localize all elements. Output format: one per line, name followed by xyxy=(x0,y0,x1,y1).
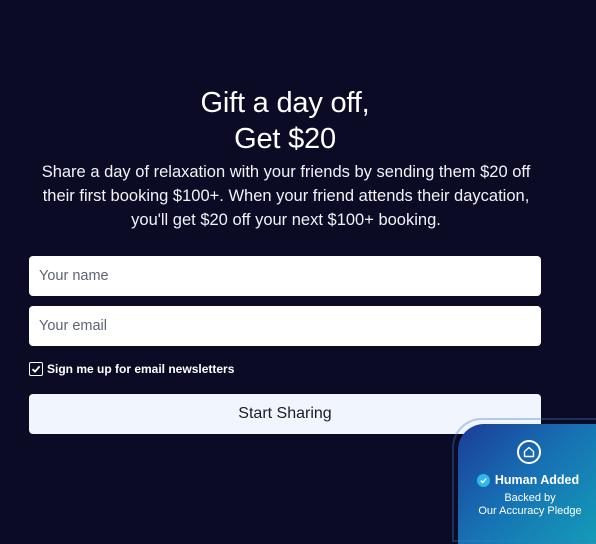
title-line-1: Gift a day off, xyxy=(200,87,370,120)
name-input[interactable] xyxy=(29,256,541,296)
accuracy-pledge-badge[interactable]: Human Added Backed by Our Accuracy Pledg… xyxy=(452,418,596,544)
page-title: Gift a day off, Get $20 xyxy=(0,85,570,157)
badge-line-2: Our Accuracy Pledge xyxy=(478,504,582,517)
badge-subtitle: Backed by Our Accuracy Pledge xyxy=(458,492,596,517)
title-line-2: Get $20 xyxy=(234,123,336,156)
start-sharing-button[interactable]: Start Sharing xyxy=(29,394,541,434)
home-shield-icon xyxy=(517,440,541,464)
checkmark-icon xyxy=(31,365,41,373)
newsletter-option: Sign me up for email newsletters xyxy=(29,361,234,377)
description-text: Share a day of relaxation with your frie… xyxy=(41,163,531,229)
verified-check-icon xyxy=(476,473,490,487)
badge-title: Human Added xyxy=(458,473,596,487)
newsletter-label: Sign me up for email newsletters xyxy=(47,362,235,376)
email-input[interactable] xyxy=(29,306,541,346)
badge-title-text: Human Added xyxy=(494,473,580,487)
newsletter-checkbox[interactable] xyxy=(29,362,43,376)
badge-line-1: Backed by xyxy=(504,492,556,504)
